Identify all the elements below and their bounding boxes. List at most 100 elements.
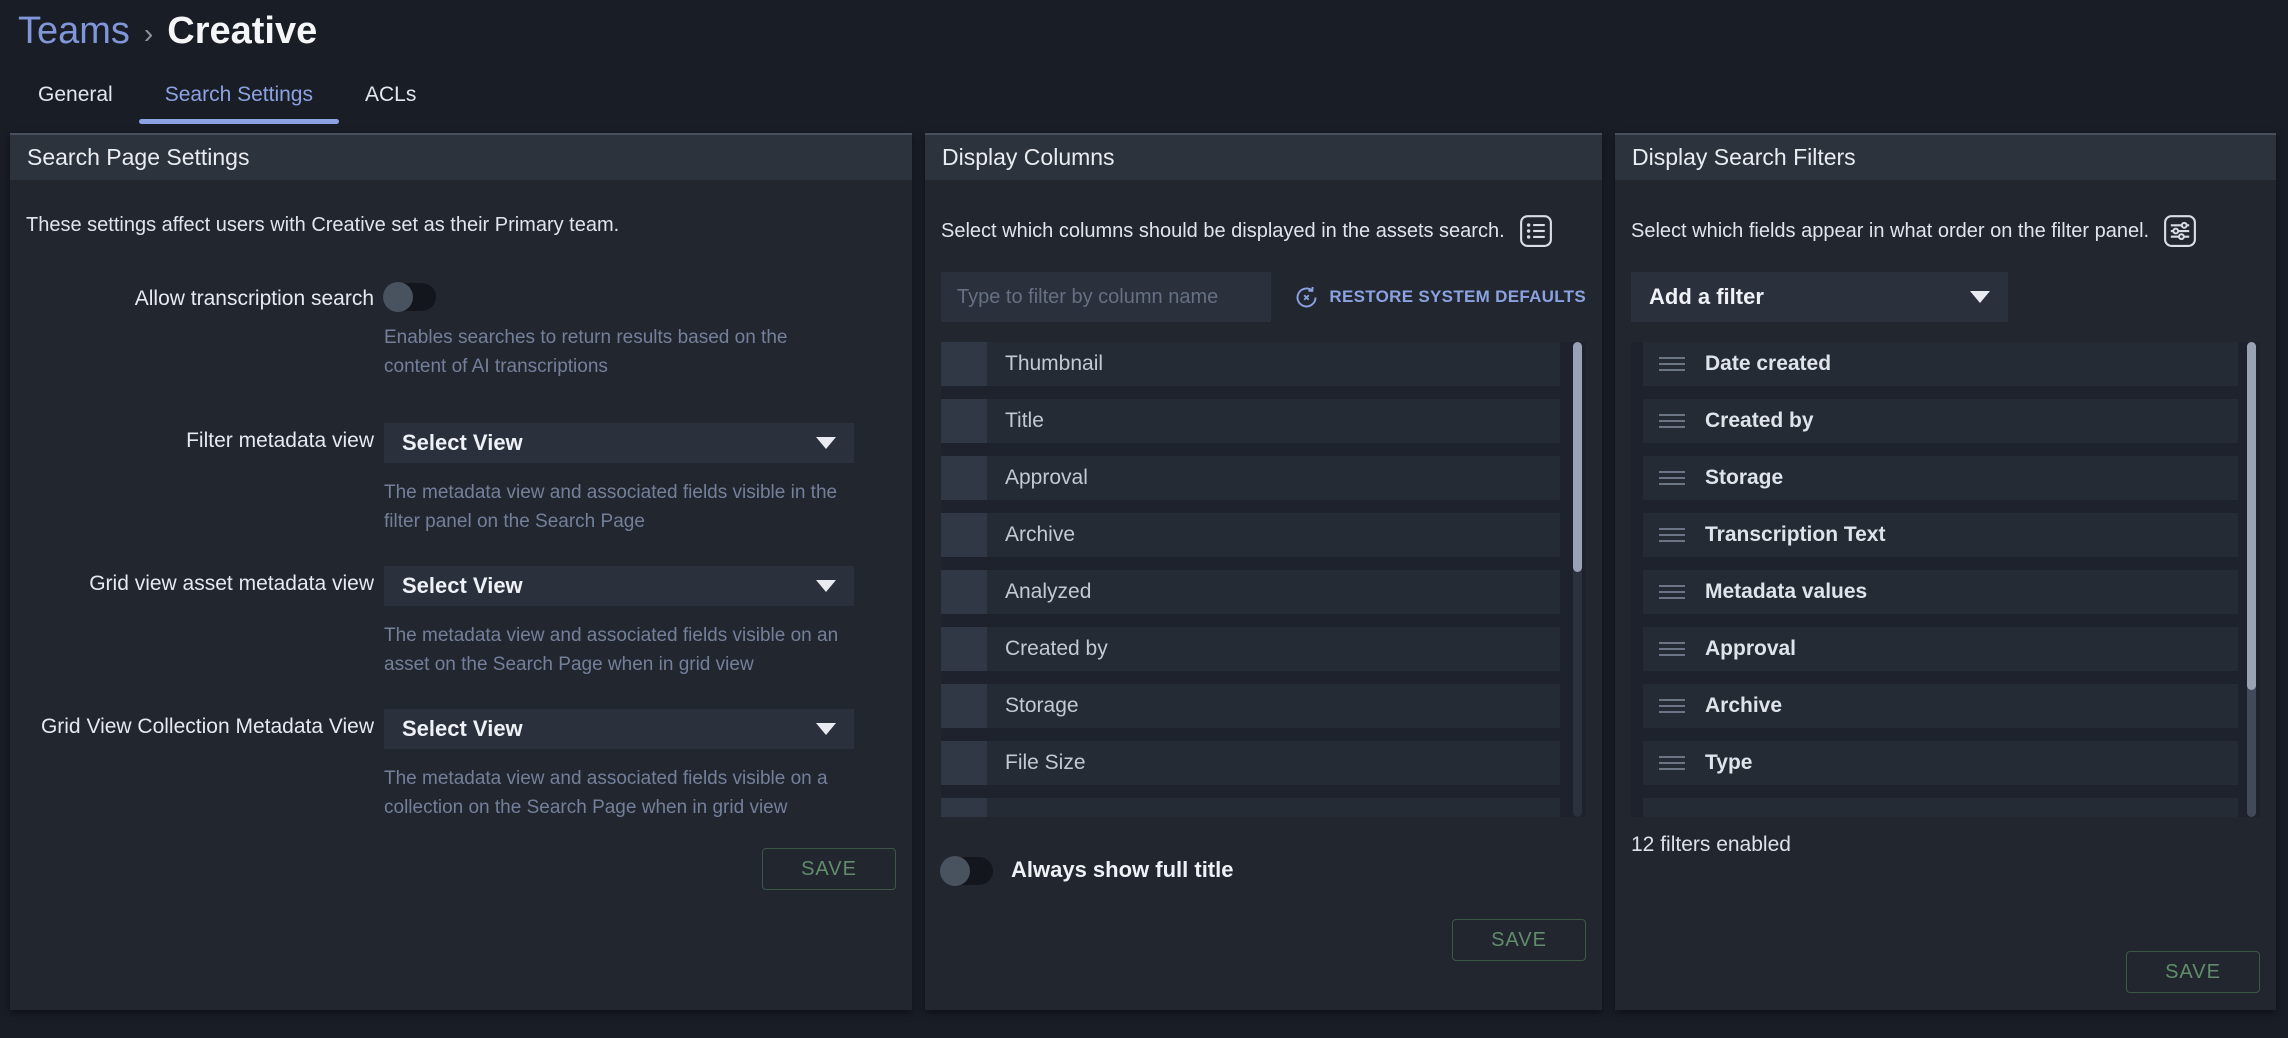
drag-handle-icon[interactable]: [1659, 528, 1685, 542]
select-value: Select View: [402, 573, 816, 599]
filter-metadata-view-helper: The metadata view and associated fields …: [384, 478, 854, 536]
display-search-filters-panel: Display Search Filters Select which fiel…: [1615, 133, 2276, 1010]
restore-system-defaults-button[interactable]: RESTORE SYSTEM DEFAULTS: [1293, 284, 1586, 311]
drag-handle-icon[interactable]: [1659, 357, 1685, 371]
drag-handle-icon[interactable]: [1659, 756, 1685, 770]
filter-list-item[interactable]: Archive: [1643, 684, 2238, 728]
column-checkbox[interactable]: [941, 627, 987, 671]
grid-view-asset-metadata-label: Grid view asset metadata view: [26, 566, 384, 679]
search-page-settings-body: These settings affect users with Creativ…: [10, 180, 912, 1010]
save-button[interactable]: SAVE: [1452, 919, 1586, 961]
settings-intro-text: These settings affect users with Creativ…: [26, 214, 896, 237]
filter-list-item[interactable]: Type: [1643, 741, 2238, 785]
always-show-full-title-toggle[interactable]: [941, 857, 993, 885]
column-checkbox[interactable]: [941, 513, 987, 557]
column-label: Created by: [1005, 637, 1108, 661]
filter-list-item[interactable]: Storage: [1643, 456, 2238, 500]
column-checkbox[interactable]: [941, 798, 987, 817]
tab-search-settings[interactable]: Search Settings: [139, 75, 339, 121]
toggle-knob: [383, 282, 413, 312]
column-label: Storage: [1005, 694, 1079, 718]
drag-handle-icon[interactable]: [1659, 414, 1685, 428]
breadcrumb: Teams › Creative: [18, 10, 317, 53]
columns-scrollbar: [1573, 342, 1582, 817]
restore-defaults-icon: [1293, 284, 1320, 311]
filter-label: Storage: [1705, 466, 1783, 490]
display-search-filters-body: Select which fields appear in what order…: [1615, 180, 2276, 1010]
filter-metadata-view-select[interactable]: Select View: [384, 423, 854, 463]
add-a-filter-label: Add a filter: [1649, 284, 1970, 310]
filters-scrollbar: [2247, 342, 2256, 817]
grid-view-asset-metadata-helper: The metadata view and associated fields …: [384, 621, 854, 679]
column-checkbox[interactable]: [941, 399, 987, 443]
display-columns-intro: Select which columns should be displayed…: [941, 220, 1505, 243]
filter-label: Date created: [1705, 352, 1831, 376]
select-value: Select View: [402, 716, 816, 742]
filter-list-item[interactable]: Approval: [1643, 627, 2238, 671]
page-title: Creative: [167, 10, 317, 53]
filters-list: Date created Created by Storage: [1631, 342, 2260, 817]
chevron-down-icon: [816, 723, 836, 735]
display-columns-title: Display Columns: [925, 133, 1602, 180]
column-list-item: Analyzed: [941, 570, 1560, 614]
chevron-down-icon: [816, 437, 836, 449]
filter-label: Archive: [1705, 694, 1782, 718]
filter-metadata-view-row: Filter metadata view Select View The met…: [26, 423, 896, 536]
breadcrumb-teams-link[interactable]: Teams: [18, 10, 130, 53]
grid-view-collection-metadata-helper: The metadata view and associated fields …: [384, 764, 854, 822]
grid-view-collection-metadata-select[interactable]: Select View: [384, 709, 854, 749]
drag-handle-icon[interactable]: [1659, 699, 1685, 713]
drag-handle-icon[interactable]: [1659, 471, 1685, 485]
save-button[interactable]: SAVE: [2126, 951, 2260, 993]
grid-view-asset-metadata-select[interactable]: Select View: [384, 566, 854, 606]
filter-list-item[interactable]: Transcription Text: [1643, 513, 2238, 557]
column-filter-input[interactable]: [941, 272, 1271, 322]
filter-list-item-partial: [1643, 798, 2238, 817]
tab-acls[interactable]: ACLs: [339, 75, 442, 121]
filter-label: Type: [1705, 751, 1752, 775]
display-search-filters-title: Display Search Filters: [1615, 133, 2276, 180]
filter-label: Approval: [1705, 637, 1796, 661]
search-page-settings-title: Search Page Settings: [10, 133, 912, 180]
filter-label: Created by: [1705, 409, 1814, 433]
grid-view-collection-metadata-row: Grid View Collection Metadata View Selec…: [26, 709, 896, 822]
tab-general[interactable]: General: [12, 75, 139, 121]
column-label: Title: [1005, 409, 1044, 433]
column-list-item: Archive: [941, 513, 1560, 557]
column-checkbox[interactable]: [941, 684, 987, 728]
column-checkbox[interactable]: [941, 342, 987, 386]
column-list-item: Approval: [941, 456, 1560, 500]
tab-bar: General Search Settings ACLs: [12, 75, 442, 121]
allow-transcription-search-row: Allow transcription search Enables searc…: [26, 281, 896, 381]
save-button[interactable]: SAVE: [762, 848, 896, 890]
select-value: Select View: [402, 430, 816, 456]
column-checkbox[interactable]: [941, 456, 987, 500]
add-a-filter-select[interactable]: Add a filter: [1631, 272, 2008, 322]
column-list-item: Thumbnail: [941, 342, 1560, 386]
column-list-item: Storage: [941, 684, 1560, 728]
list-icon: [1519, 214, 1553, 248]
filter-label: Metadata values: [1705, 580, 1867, 604]
filters-scrollbar-thumb[interactable]: [2247, 342, 2256, 690]
column-checkbox[interactable]: [941, 741, 987, 785]
allow-transcription-search-label: Allow transcription search: [26, 281, 384, 381]
columns-list: Thumbnail Title Approval: [941, 342, 1586, 817]
filter-list-item[interactable]: Metadata values: [1643, 570, 2238, 614]
chevron-down-icon: [1970, 291, 1990, 303]
panels-container: Search Page Settings These settings affe…: [10, 133, 2276, 1010]
column-label: Analyzed: [1005, 580, 1091, 604]
search-page-settings-panel: Search Page Settings These settings affe…: [10, 133, 912, 1010]
display-search-filters-intro: Select which fields appear in what order…: [1631, 220, 2149, 243]
drag-handle-icon[interactable]: [1659, 585, 1685, 599]
column-checkbox[interactable]: [941, 570, 987, 614]
filter-list-item[interactable]: Date created: [1643, 342, 2238, 386]
filter-list-item[interactable]: Created by: [1643, 399, 2238, 443]
display-columns-body: Select which columns should be displayed…: [925, 180, 1602, 1010]
allow-transcription-search-toggle[interactable]: [384, 283, 436, 311]
toggle-knob: [940, 856, 970, 886]
drag-handle-icon[interactable]: [1659, 642, 1685, 656]
chevron-down-icon: [816, 580, 836, 592]
columns-scrollbar-thumb[interactable]: [1573, 342, 1582, 572]
column-list-item: File Size: [941, 741, 1560, 785]
always-show-full-title-label: Always show full title: [1011, 857, 1233, 883]
